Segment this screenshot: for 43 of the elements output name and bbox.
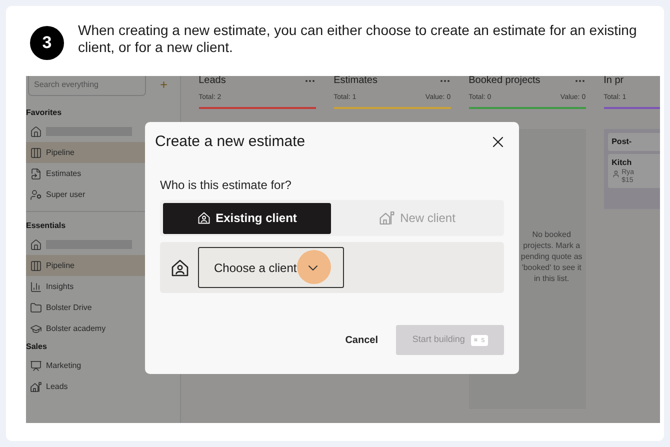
sidebar-item[interactable]: Pipeline <box>26 142 146 163</box>
section-heading: Sales <box>26 341 48 353</box>
step-number-badge: 3 <box>30 26 64 60</box>
column-title: In pr <box>604 76 624 86</box>
columns-icon <box>30 260 42 272</box>
search-field[interactable]: Search everything <box>28 76 146 96</box>
house-flag-icon <box>379 210 396 226</box>
user-gear-icon <box>30 188 42 200</box>
sidebar-item[interactable]: Estimates <box>26 163 146 184</box>
empty-message: No booked projects. Mark a pending quote as 'booked' to see it in this list. <box>520 228 584 284</box>
house-flag-icon <box>30 380 42 392</box>
graduation-cap-icon <box>30 322 42 334</box>
column-title: Leads <box>198 76 226 86</box>
house-person-icon <box>170 258 190 278</box>
folder-icon <box>30 302 42 314</box>
columns-icon <box>30 146 42 158</box>
home-icon <box>30 238 42 250</box>
sidebar-item[interactable]: Super user <box>26 184 146 205</box>
home-icon <box>30 126 42 138</box>
client-type-tab[interactable]: Existing client <box>163 202 330 234</box>
card-title: Post- <box>612 136 633 148</box>
project-card[interactable]: Post- <box>608 132 660 150</box>
sidebar-item[interactable]: Bolster academy <box>26 318 146 339</box>
sidebar-item[interactable]: Marketing <box>26 355 146 376</box>
person-icon <box>612 170 620 178</box>
column-title: Estimates <box>334 76 378 86</box>
section-heading: Essentials <box>26 220 67 232</box>
sidebar-item[interactable]: Insights <box>26 276 146 297</box>
bar-chart-icon <box>30 280 42 292</box>
sidebar-item[interactable]: Leads <box>26 376 146 397</box>
sidebar-item[interactable]: Bolster Drive <box>26 297 146 318</box>
modal-title: Create a new estimate <box>155 132 306 152</box>
card-title: Kitch <box>612 156 633 168</box>
column-title: Booked projects <box>468 76 540 86</box>
section-heading: Favorites <box>26 107 63 119</box>
question-label: Who is this estimate for? <box>159 177 292 194</box>
cancel-button[interactable]: Cancel <box>345 332 378 348</box>
step-description: When creating a new estimate, you can either choose to create an estimate for an existing client, or for a new client. <box>78 22 638 56</box>
house-person-icon <box>196 211 211 225</box>
client-dropdown[interactable]: Choose a client <box>198 247 344 288</box>
board-icon <box>30 360 42 372</box>
file-icon <box>30 168 42 180</box>
sidebar-item[interactable]: Pipeline <box>26 255 146 276</box>
